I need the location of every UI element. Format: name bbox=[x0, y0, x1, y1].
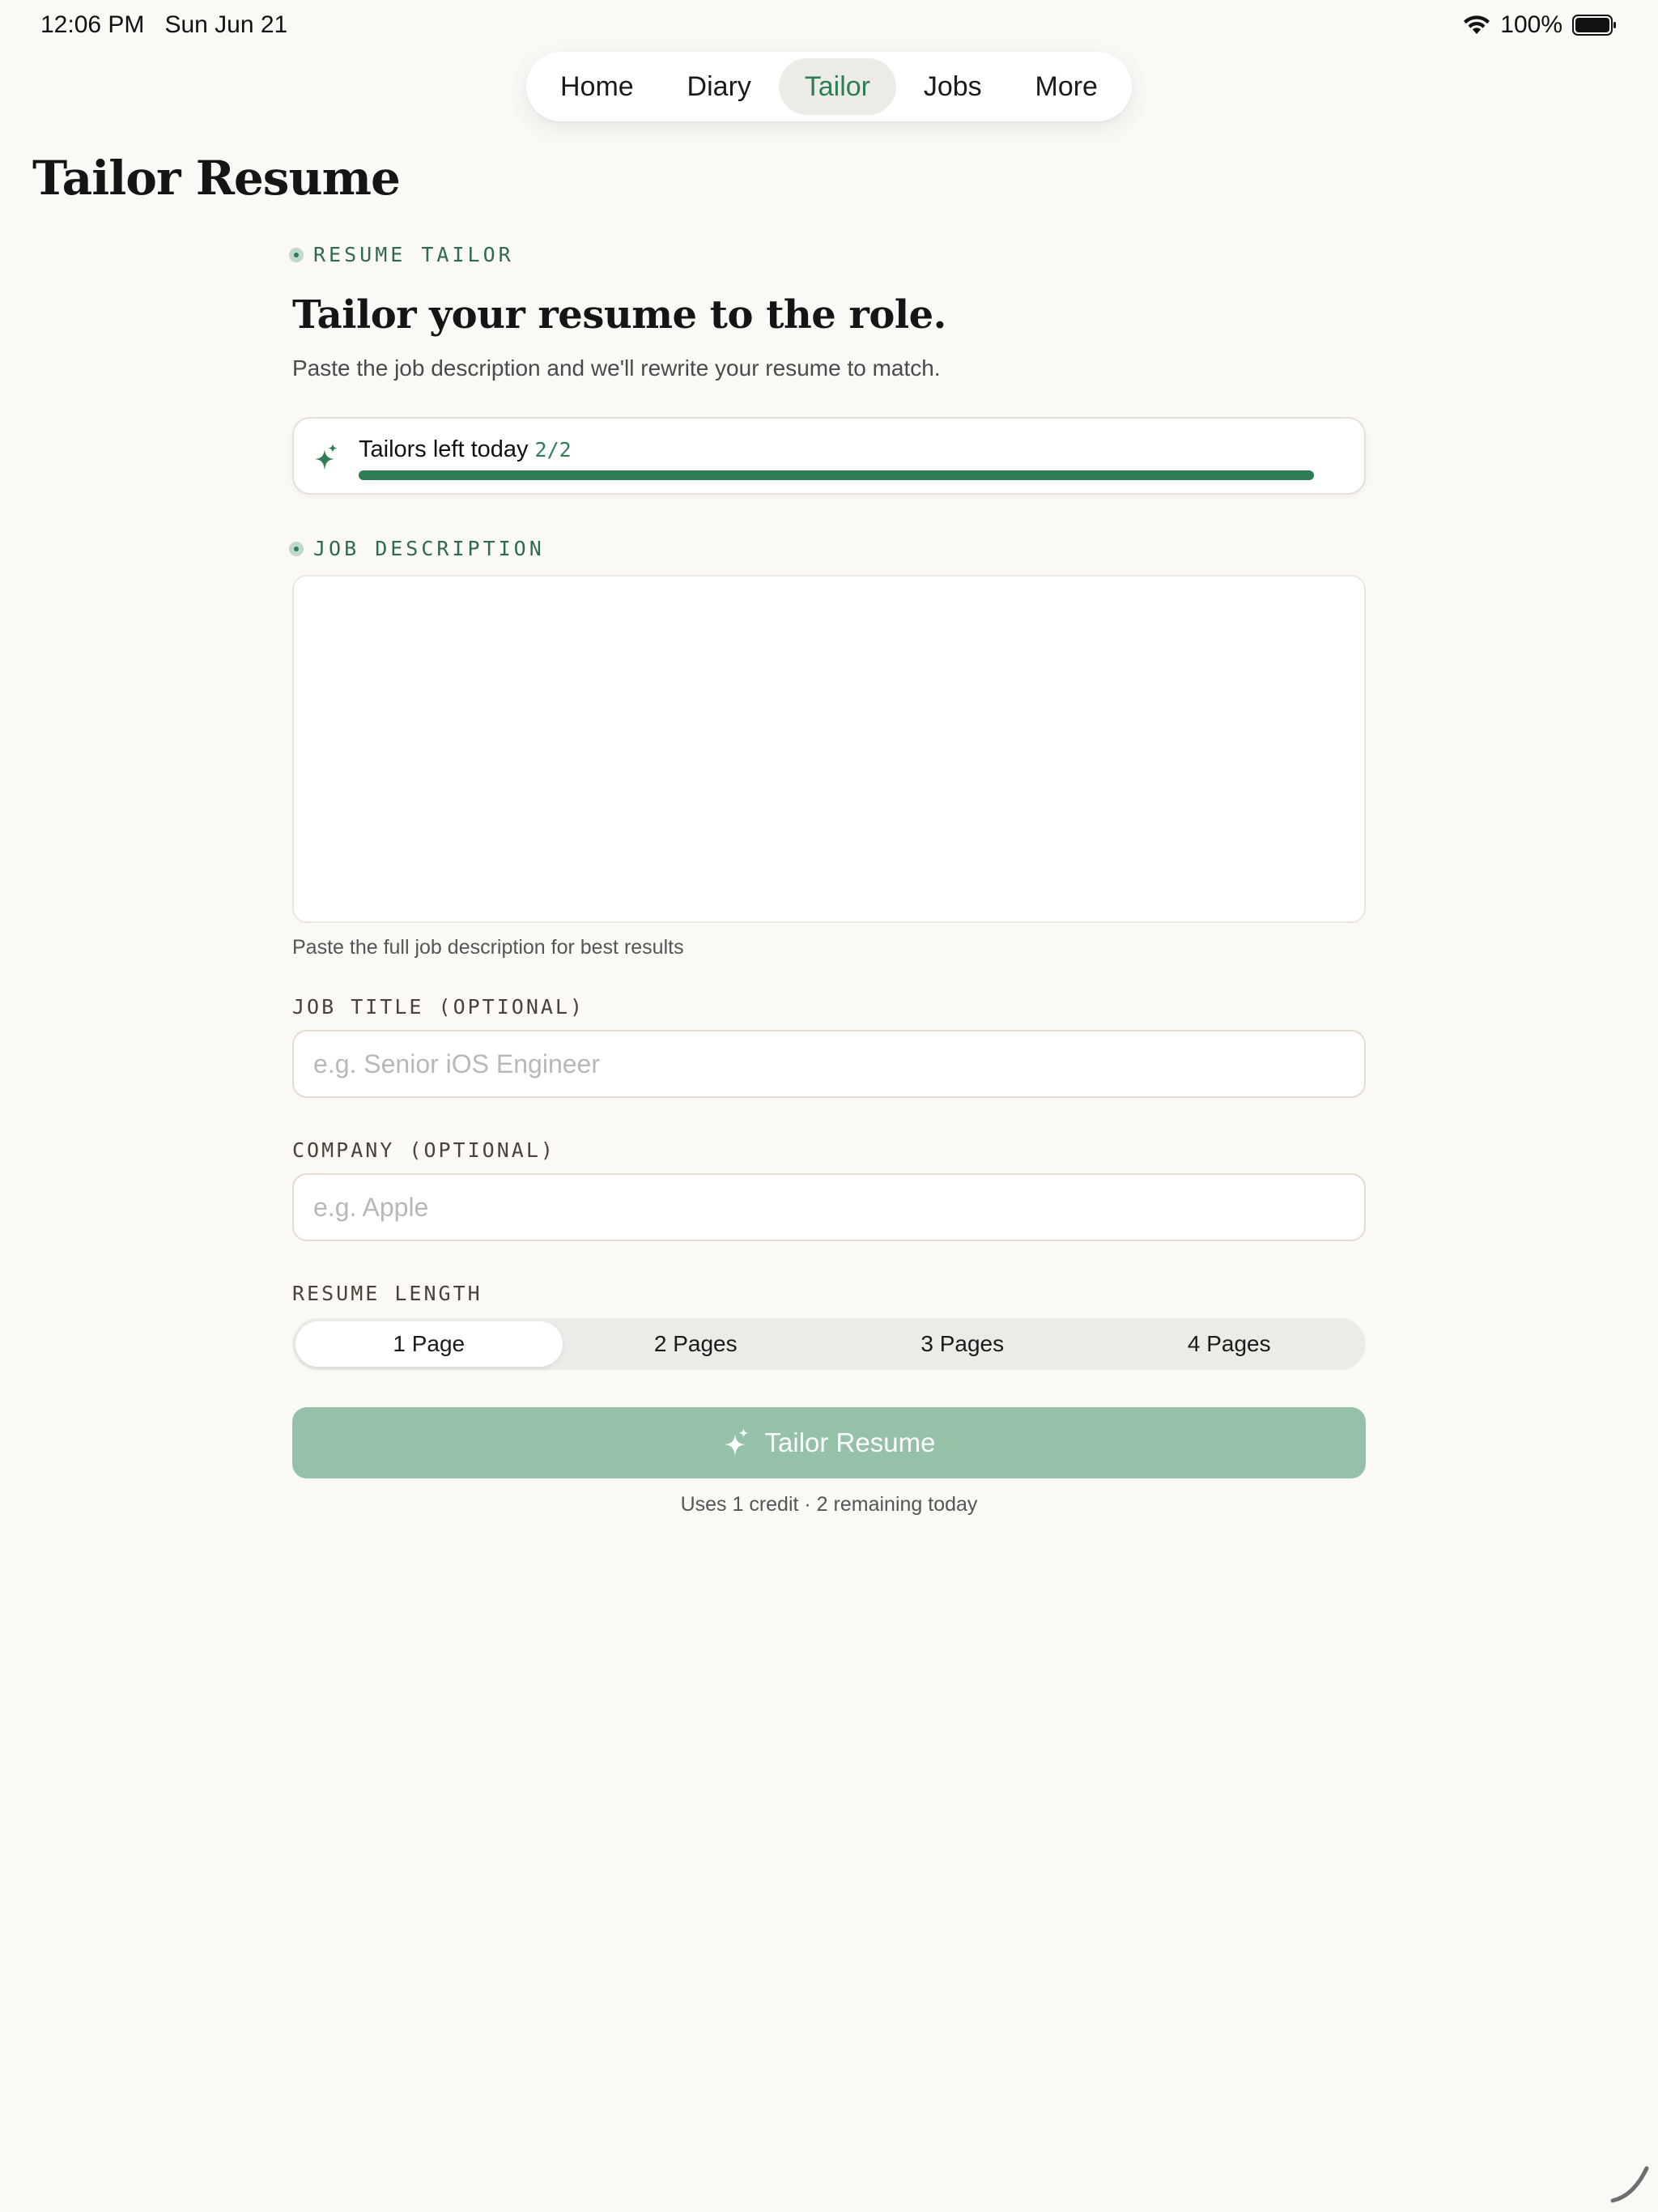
tab-label: Jobs bbox=[923, 70, 982, 102]
credits-progress-bar bbox=[359, 470, 1314, 480]
segment-1-page[interactable]: 1 Page bbox=[295, 1321, 563, 1367]
status-clock: 12:06 PM bbox=[40, 11, 145, 38]
resume-length-field: RESUME LENGTH 1 Page 2 Pages 3 Pages 4 P… bbox=[292, 1282, 1366, 1370]
tab-jobs[interactable]: Jobs bbox=[898, 58, 1008, 115]
hero-eyebrow: RESUME TAILOR bbox=[289, 243, 1366, 266]
wifi-icon bbox=[1464, 15, 1490, 34]
job-description-input[interactable] bbox=[294, 576, 1364, 921]
tab-label: Tailor bbox=[804, 70, 870, 102]
tab-tailor[interactable]: Tailor bbox=[778, 58, 896, 115]
tab-label: Home bbox=[560, 70, 634, 102]
status-bar: 12:06 PM Sun Jun 21 100% bbox=[0, 0, 1658, 52]
tab-more[interactable]: More bbox=[1010, 58, 1124, 115]
status-time: 12:06 PM Sun Jun 21 bbox=[40, 11, 287, 39]
hero-headline: Tailor your resume to the role. bbox=[292, 292, 946, 338]
main-content: RESUME TAILOR Tailor your resume to the … bbox=[289, 243, 1366, 1516]
company-field: COMPANY (OPTIONAL) bbox=[292, 1138, 1366, 1241]
tab-label: More bbox=[1035, 70, 1098, 102]
tab-home[interactable]: Home bbox=[534, 58, 660, 115]
segment-4-pages[interactable]: 4 Pages bbox=[1096, 1321, 1363, 1367]
company-input[interactable] bbox=[292, 1173, 1366, 1241]
status-date: Sun Jun 21 bbox=[164, 11, 288, 38]
resume-length-label: RESUME LENGTH bbox=[292, 1282, 483, 1305]
status-indicators: 100% bbox=[1463, 11, 1618, 39]
tailor-resume-button[interactable]: Tailor Resume bbox=[292, 1407, 1366, 1478]
segment-3-pages[interactable]: 3 Pages bbox=[829, 1321, 1096, 1367]
battery-percent: 100% bbox=[1500, 11, 1562, 38]
credit-usage-note: Uses 1 credit · 2 remaining today bbox=[680, 1493, 978, 1516]
battery-icon bbox=[1572, 15, 1616, 36]
job-title-input[interactable] bbox=[292, 1030, 1366, 1098]
job-title-label: JOB TITLE (OPTIONAL) bbox=[292, 995, 585, 1019]
credits-progress-fill bbox=[359, 470, 1314, 480]
credits-label-text: Tailors left today bbox=[359, 436, 529, 462]
job-description-eyebrow-label: JOB DESCRIPTION bbox=[313, 537, 545, 560]
tailor-resume-button-label: Tailor Resume bbox=[764, 1427, 936, 1457]
job-title-field: JOB TITLE (OPTIONAL) bbox=[292, 995, 1366, 1098]
eyebrow-dot-icon bbox=[289, 247, 304, 262]
scroll-indicator-icon bbox=[1610, 2166, 1649, 2203]
segment-2-pages[interactable]: 2 Pages bbox=[563, 1321, 830, 1367]
eyebrow-dot-icon bbox=[289, 541, 304, 556]
sparkle-icon bbox=[724, 1428, 748, 1457]
tab-label: Diary bbox=[687, 70, 751, 102]
sparkle-icon bbox=[315, 444, 338, 470]
hero-subhead: Paste the job description and we'll rewr… bbox=[292, 355, 941, 381]
page-title: Tailor Resume bbox=[32, 151, 401, 206]
credits-count: 2/2 bbox=[534, 438, 572, 462]
hero-eyebrow-label: RESUME TAILOR bbox=[313, 243, 514, 266]
job-description-eyebrow: JOB DESCRIPTION bbox=[289, 537, 1366, 560]
credits-card: Tailors left today 2/2 bbox=[292, 417, 1366, 495]
top-tab-bar: Home Diary Tailor Jobs More bbox=[526, 52, 1132, 121]
job-description-hint: Paste the full job description for best … bbox=[292, 936, 684, 959]
company-label: COMPANY (OPTIONAL) bbox=[292, 1138, 555, 1162]
credits-label: Tailors left today 2/2 bbox=[359, 436, 572, 463]
job-description-box bbox=[292, 575, 1366, 923]
resume-length-picker: 1 Page 2 Pages 3 Pages 4 Pages bbox=[292, 1318, 1366, 1370]
tab-diary[interactable]: Diary bbox=[661, 58, 777, 115]
